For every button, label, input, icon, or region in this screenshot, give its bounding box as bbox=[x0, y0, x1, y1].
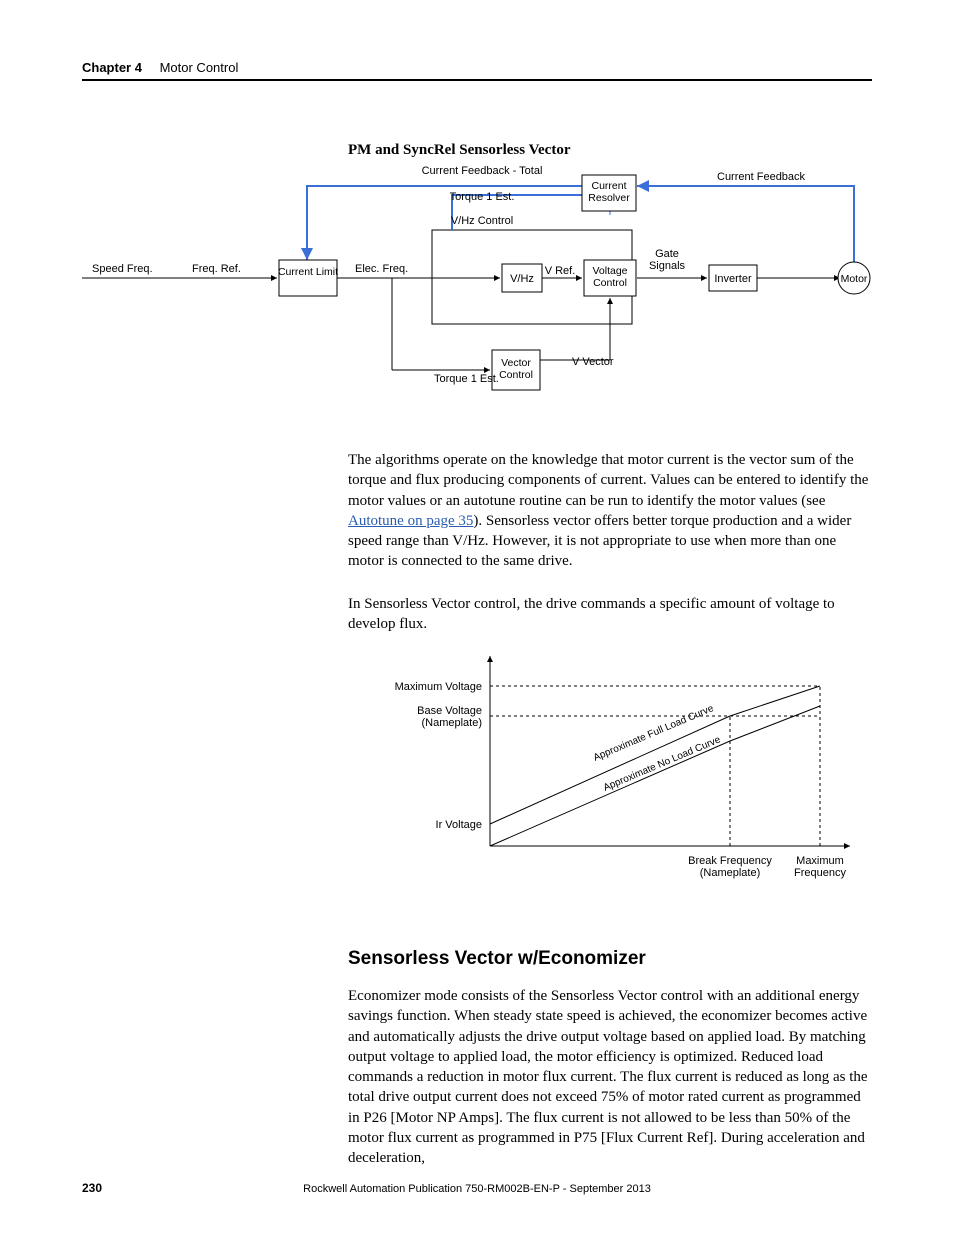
svg-text:Base Voltage(Nameplate): Base Voltage(Nameplate) bbox=[417, 705, 482, 729]
svg-text:Break Frequency(Nameplate): Break Frequency(Nameplate) bbox=[688, 855, 772, 879]
section-label: Motor Control bbox=[160, 60, 239, 75]
subheading-economizer: Sensorless Vector w/Economizer bbox=[348, 948, 646, 970]
voltage-frequency-graph: Approximate Full Load Curve Approximate … bbox=[390, 646, 870, 906]
svg-text:GateSignals: GateSignals bbox=[649, 248, 686, 272]
label-motor: Motor bbox=[841, 273, 868, 285]
svg-text:VectorControl: VectorControl bbox=[499, 357, 533, 381]
paragraph-1: The algorithms operate on the knowledge … bbox=[348, 450, 872, 572]
label-vhz-control: V/Hz Control bbox=[451, 215, 513, 227]
label-curr-fb: Current Feedback bbox=[717, 171, 806, 183]
label-vref: V Ref. bbox=[545, 265, 576, 277]
label-inverter: Inverter bbox=[714, 273, 752, 285]
label-curr-fb-total: Current Feedback - Total bbox=[422, 165, 543, 177]
svg-text:MaximumFrequency: MaximumFrequency bbox=[794, 855, 846, 879]
block-diagram: Speed Freq. Freq. Ref. Current Limit Ele… bbox=[82, 160, 872, 420]
ylabel-ir: Ir Voltage bbox=[436, 819, 482, 831]
label-freq-ref: Freq. Ref. bbox=[192, 263, 241, 275]
label-vvector: V Vector bbox=[572, 356, 614, 368]
publication-line: Rockwell Automation Publication 750-RM00… bbox=[0, 1183, 954, 1195]
autotune-link[interactable]: Autotune on page 35 bbox=[348, 513, 473, 529]
svg-text:VoltageControl: VoltageControl bbox=[592, 265, 627, 289]
page-header: Chapter 4 Motor Control bbox=[82, 60, 872, 81]
svg-text:Current Limit: Current Limit bbox=[278, 266, 338, 278]
paragraph-2: In Sensorless Vector control, the drive … bbox=[348, 594, 872, 635]
label-vhz: V/Hz bbox=[510, 273, 534, 285]
label-torque1est: Torque 1 Est. bbox=[450, 191, 515, 203]
svg-text:CurrentResolver: CurrentResolver bbox=[588, 180, 630, 204]
paragraph-3: Economizer mode consists of the Sensorle… bbox=[348, 986, 872, 1168]
label-speed-freq: Speed Freq. bbox=[92, 263, 153, 275]
ylabel-max: Maximum Voltage bbox=[395, 681, 482, 693]
label-torque1est-b: Torque 1 Est. bbox=[434, 373, 499, 385]
label-elec-freq: Elec. Freq. bbox=[355, 263, 408, 275]
diagram-title: PM and SyncRel Sensorless Vector bbox=[348, 142, 571, 159]
chapter-label: Chapter 4 bbox=[82, 60, 142, 75]
